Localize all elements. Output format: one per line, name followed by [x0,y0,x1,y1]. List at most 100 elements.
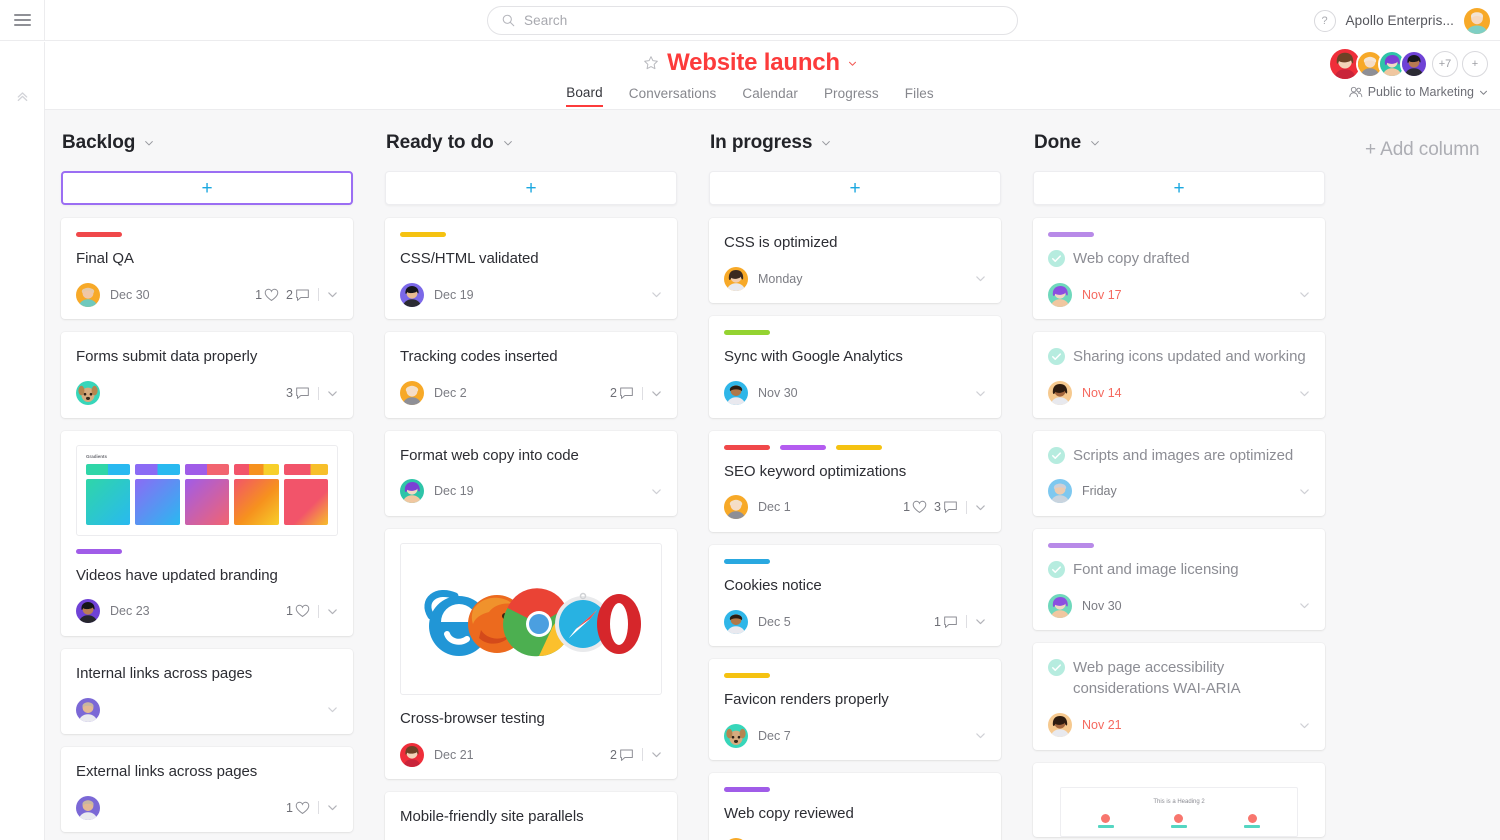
hamburger-menu-button[interactable] [0,0,45,41]
avatar[interactable] [400,479,424,504]
board-card[interactable]: External links across pages 1 [61,747,353,833]
board-card[interactable]: Final QA Dec 30 1 2 [61,218,353,320]
tab-conversations[interactable]: Conversations [629,86,717,106]
chevron-down-icon[interactable] [975,388,986,399]
board-card[interactable]: Forms submit data properly 3 [61,332,353,418]
check-circle-icon[interactable] [1048,348,1065,366]
add-card-button[interactable]: + [709,171,1001,205]
avatar[interactable] [724,381,748,406]
board-card[interactable]: CSS/HTML validated Dec 19 [385,218,677,320]
board-card[interactable]: Internal links across pages [61,648,353,735]
avatar[interactable] [76,697,100,722]
chevron-down-icon[interactable] [1299,289,1310,300]
board-card[interactable]: Sync with Google Analytics Nov 30 [709,316,1001,418]
avatar[interactable] [1464,7,1490,34]
chevron-down-icon[interactable] [1299,388,1310,399]
chevron-down-icon[interactable] [651,749,662,760]
avatar[interactable] [76,599,100,624]
card-comments[interactable]: 2 [610,386,634,400]
avatar[interactable] [724,266,748,291]
card-comments[interactable]: 2 [286,288,310,302]
board-card[interactable]: Cross-browser testing Dec 21 2 [385,528,677,780]
card-comments[interactable]: 2 [610,748,634,762]
chevron-down-icon[interactable] [975,273,986,284]
card-comments[interactable]: 1 [934,615,958,629]
board-card[interactable]: CSS is optimized Monday [709,218,1001,304]
card-likes[interactable]: 1 [903,500,927,514]
board-card[interactable]: SEO keyword optimizations Dec 1 1 3 [709,430,1001,532]
avatar[interactable] [400,381,424,406]
board-card[interactable]: Web copy reviewed Dec 9 [709,773,1001,840]
members-overflow-button[interactable]: +7 [1432,51,1458,77]
add-card-button[interactable]: + [61,171,353,205]
avatar[interactable] [1048,381,1072,406]
tab-files[interactable]: Files [905,86,934,106]
avatar[interactable] [76,381,100,406]
share-visibility-button[interactable]: Public to Marketing [1348,85,1488,99]
search-input[interactable]: Search [487,6,1018,35]
chevron-down-icon[interactable] [327,606,338,617]
avatar[interactable] [724,609,748,634]
chevron-down-icon[interactable] [1299,486,1310,497]
card-likes[interactable]: 1 [255,288,279,302]
avatar[interactable] [1048,593,1072,618]
page-title[interactable]: Website launch [667,49,840,77]
workspace-name[interactable]: Apollo Enterpris... [1346,13,1454,28]
board-card[interactable]: Favicon renders properly Dec 7 [709,659,1001,761]
board-card[interactable]: Mobile-friendly site parallels Dec 22 [385,792,677,840]
chevron-down-icon[interactable] [327,802,338,813]
card-attachment-heading[interactable]: This is a Heading 2 [1048,776,1310,837]
chevron-down-icon[interactable] [848,59,857,68]
board-card[interactable]: Web page accessibility considerations WA… [1033,643,1325,750]
avatar[interactable] [76,795,100,820]
board-card[interactable]: Gradients Videos have updated branding D… [61,430,353,636]
board-card[interactable]: Font and image licensing Nov 30 [1033,528,1325,631]
card-comments[interactable]: 3 [286,386,310,400]
avatar[interactable] [400,282,424,307]
tab-progress[interactable]: Progress [824,86,879,106]
chevron-down-icon[interactable] [821,138,831,148]
chevron-down-icon[interactable] [651,486,662,497]
board-card[interactable]: Format web copy into code Dec 19 [385,430,677,516]
avatar[interactable] [724,723,748,748]
chevron-down-icon[interactable] [1299,720,1310,731]
chevron-down-icon[interactable] [503,138,513,148]
chevron-down-icon[interactable] [975,730,986,741]
board-card[interactable]: Cookies notice Dec 5 1 [709,544,1001,647]
board-card[interactable]: Scripts and images are optimized Friday [1033,430,1325,516]
board-card[interactable]: Sharing icons updated and working Nov 14 [1033,332,1325,418]
chevron-down-icon[interactable] [327,388,338,399]
check-circle-icon[interactable] [1048,446,1065,464]
chevron-down-icon[interactable] [327,704,338,715]
check-circle-icon[interactable] [1048,659,1065,677]
help-button[interactable]: ? [1313,9,1336,32]
chevron-down-icon[interactable] [975,616,986,627]
add-card-button[interactable]: + [385,171,677,205]
board-card[interactable]: Web copy drafted Nov 17 [1033,218,1325,320]
card-attachment-gradients[interactable]: Gradients [76,444,338,536]
chevron-down-icon[interactable] [975,502,986,513]
avatar[interactable] [1048,479,1072,504]
board-card[interactable]: Tracking codes inserted Dec 2 2 [385,332,677,418]
tab-board[interactable]: Board [566,85,603,107]
chevron-down-icon[interactable] [1299,600,1310,611]
tab-calendar[interactable]: Calendar [742,86,798,106]
card-comments[interactable]: 3 [934,500,958,514]
chevron-down-icon[interactable] [1090,138,1100,148]
avatar[interactable] [1048,713,1072,738]
board-card[interactable]: This is a Heading 2 [1033,762,1325,837]
avatar[interactable] [1048,282,1072,307]
check-circle-icon[interactable] [1048,560,1065,578]
avatar[interactable] [724,495,748,520]
avatar[interactable] [76,282,100,307]
add-member-button[interactable]: + [1462,51,1488,77]
chevron-down-icon[interactable] [144,138,154,148]
avatar[interactable] [1400,50,1428,78]
card-likes[interactable]: 1 [286,801,310,815]
star-icon[interactable] [643,55,659,71]
card-attachment-browsers[interactable] [400,542,662,695]
add-card-button[interactable]: + [1033,171,1325,205]
avatar[interactable] [400,742,424,767]
chevron-down-icon[interactable] [651,289,662,300]
chevron-down-icon[interactable] [651,388,662,399]
